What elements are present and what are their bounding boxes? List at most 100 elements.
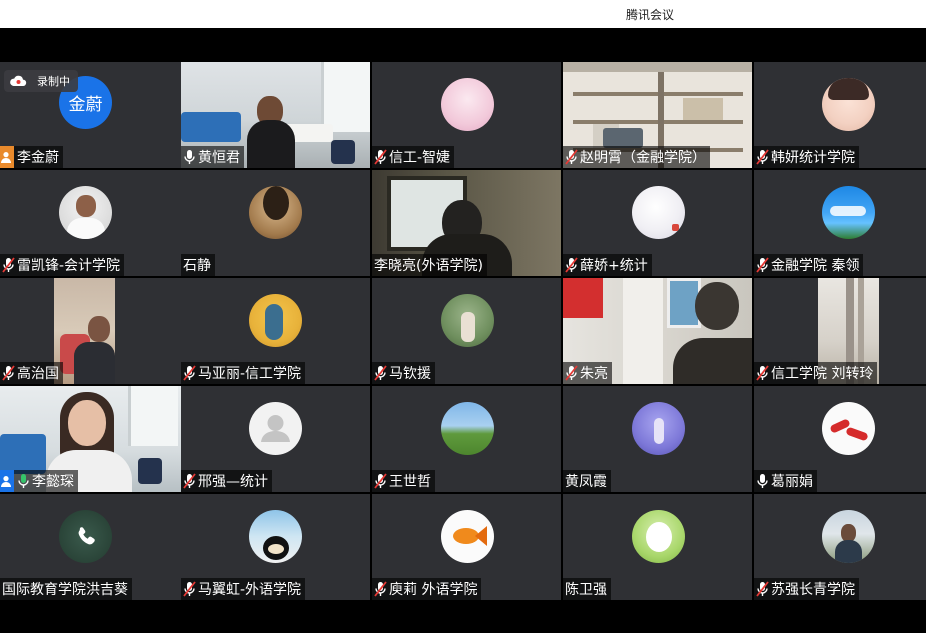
mic-muted-icon <box>183 365 196 381</box>
participant-tile[interactable]: 马亚丽-信工学院 <box>181 278 370 384</box>
participant-name-plate: 王世哲 <box>372 470 435 492</box>
mic-muted-icon <box>374 473 387 489</box>
participant-tile[interactable]: 葛丽娟 <box>754 386 926 492</box>
video-gallery: 录制中 金蔚 李金蔚 黄恒君 信工-智婕 赵明霄（金融学院） 韩妍统计学院 雷凯… <box>0 62 926 602</box>
participant-name: 葛丽娟 <box>771 474 813 490</box>
participant-video <box>54 278 115 384</box>
participant-name-plate: 邢强—统计 <box>181 470 272 492</box>
mic-icon <box>757 474 768 488</box>
participant-tile[interactable]: 苏强长青学院 <box>754 494 926 600</box>
avatar <box>441 78 494 131</box>
host-icon <box>0 146 14 168</box>
participant-name: 雷凯锋-会计学院 <box>17 258 121 274</box>
participant-tile[interactable]: 韩妍统计学院 <box>754 62 926 168</box>
participant-tile[interactable]: 李晓亮(外语学院) <box>372 170 561 276</box>
participant-name-plate: 黄恒君 <box>181 146 244 168</box>
participant-name-plate: 李晓亮(外语学院) <box>372 254 487 276</box>
recording-label: 录制中 <box>37 75 70 88</box>
participant-tile[interactable]: 雷凯锋-会计学院 <box>0 170 189 276</box>
mic-muted-icon <box>374 149 387 165</box>
avatar <box>632 510 685 563</box>
participant-tile[interactable]: 信工学院 刘转玲 <box>754 278 926 384</box>
avatar <box>249 186 302 239</box>
participant-name-plate: 黄凤霞 <box>563 470 611 492</box>
mic-muted-icon <box>2 365 15 381</box>
mic-muted-icon <box>565 365 578 381</box>
participant-name: 信工学院 刘转玲 <box>771 366 874 382</box>
participant-tile[interactable]: 石静 <box>181 170 370 276</box>
participant-tile[interactable]: 庾莉 外语学院 <box>372 494 561 600</box>
participant-name-plate: 马亚丽-信工学院 <box>181 362 306 384</box>
participant-name-plate: 李金蔚 <box>0 146 63 168</box>
mic-muted-icon <box>565 149 578 165</box>
participant-name: 国际教育学院洪吉葵 <box>2 582 128 598</box>
participant-name: 朱亮 <box>580 366 608 382</box>
participant-name: 马亚丽-信工学院 <box>198 366 302 382</box>
participant-name-plate: 国际教育学院洪吉葵 <box>0 578 132 600</box>
participant-name-plate: 韩妍统计学院 <box>754 146 859 168</box>
participant-name: 庾莉 外语学院 <box>389 582 478 598</box>
participant-tile[interactable]: 黄凤霞 <box>563 386 752 492</box>
participant-name: 李金蔚 <box>17 150 59 166</box>
avatar <box>822 78 875 131</box>
participant-name-plate: 苏强长青学院 <box>754 578 859 600</box>
mic-icon <box>184 150 195 164</box>
participant-name-plate: 信工-智婕 <box>372 146 455 168</box>
mic-muted-icon <box>756 149 769 165</box>
participant-name-plate: 葛丽娟 <box>754 470 817 492</box>
participant-name-plate: 雷凯锋-会计学院 <box>0 254 125 276</box>
participant-name: 马翼虹-外语学院 <box>198 582 302 598</box>
participant-name: 李晓亮(外语学院) <box>374 258 483 274</box>
participant-tile[interactable]: 金融学院 秦领 <box>754 170 926 276</box>
participant-tile[interactable]: 马翼虹-外语学院 <box>181 494 370 600</box>
participant-tile[interactable]: 王世哲 <box>372 386 561 492</box>
participant-tile[interactable]: 马钦援 <box>372 278 561 384</box>
participant-tile[interactable]: 黄恒君 <box>181 62 370 168</box>
mic-muted-icon <box>183 473 196 489</box>
recording-indicator[interactable]: 录制中 <box>4 70 78 92</box>
participant-tile-active-speaker[interactable]: 李懿琛 <box>0 386 189 492</box>
participant-name-plate: 马翼虹-外语学院 <box>181 578 306 600</box>
participant-tile[interactable]: 高治国 <box>0 278 189 384</box>
cohost-icon <box>0 470 14 492</box>
participant-name: 陈卫强 <box>565 582 607 598</box>
participant-tile[interactable]: 国际教育学院洪吉葵 <box>0 494 189 600</box>
participant-tile[interactable]: 朱亮 <box>563 278 752 384</box>
participant-name-plate: 金融学院 秦领 <box>754 254 864 276</box>
mic-muted-icon <box>756 581 769 597</box>
participant-name: 苏强长青学院 <box>771 582 855 598</box>
participant-name: 王世哲 <box>389 474 431 490</box>
default-avatar <box>249 402 302 455</box>
mic-muted-icon <box>183 581 196 597</box>
mic-muted-icon <box>2 257 15 273</box>
participant-name-plate: 马钦援 <box>372 362 435 384</box>
mic-muted-icon <box>374 581 387 597</box>
participant-tile[interactable]: 赵明霄（金融学院） <box>563 62 752 168</box>
participant-name: 黄凤霞 <box>565 474 607 490</box>
participant-name-plate: 赵明霄（金融学院） <box>563 146 710 168</box>
participant-name: 马钦援 <box>389 366 431 382</box>
participant-name-plate: 信工学院 刘转玲 <box>754 362 878 384</box>
participant-name: 薛娇+统计 <box>580 258 648 274</box>
participant-tile[interactable]: 邢强—统计 <box>181 386 370 492</box>
phone-icon <box>78 527 95 545</box>
participant-tile[interactable]: 薛娇+统计 <box>563 170 752 276</box>
participant-name: 金融学院 秦领 <box>771 258 860 274</box>
participant-name: 信工-智婕 <box>389 150 451 166</box>
participant-name: 黄恒君 <box>198 150 240 166</box>
avatar <box>249 510 302 563</box>
avatar <box>632 186 685 239</box>
avatar-text: 金蔚 <box>68 95 103 115</box>
user-placeholder-icon <box>261 415 290 442</box>
participant-name-plate: 李懿琛 <box>0 470 78 492</box>
app-title: 腾讯会议 <box>626 8 675 22</box>
participant-name: 石静 <box>183 258 211 274</box>
participant-name: 高治国 <box>17 366 59 382</box>
participant-name: 邢强—统计 <box>198 474 268 490</box>
avatar <box>441 294 494 347</box>
avatar <box>822 186 875 239</box>
mic-muted-icon <box>374 365 387 381</box>
participant-tile[interactable]: 陈卫强 <box>563 494 752 600</box>
participant-tile[interactable]: 信工-智婕 <box>372 62 561 168</box>
mic-muted-icon <box>756 365 769 381</box>
